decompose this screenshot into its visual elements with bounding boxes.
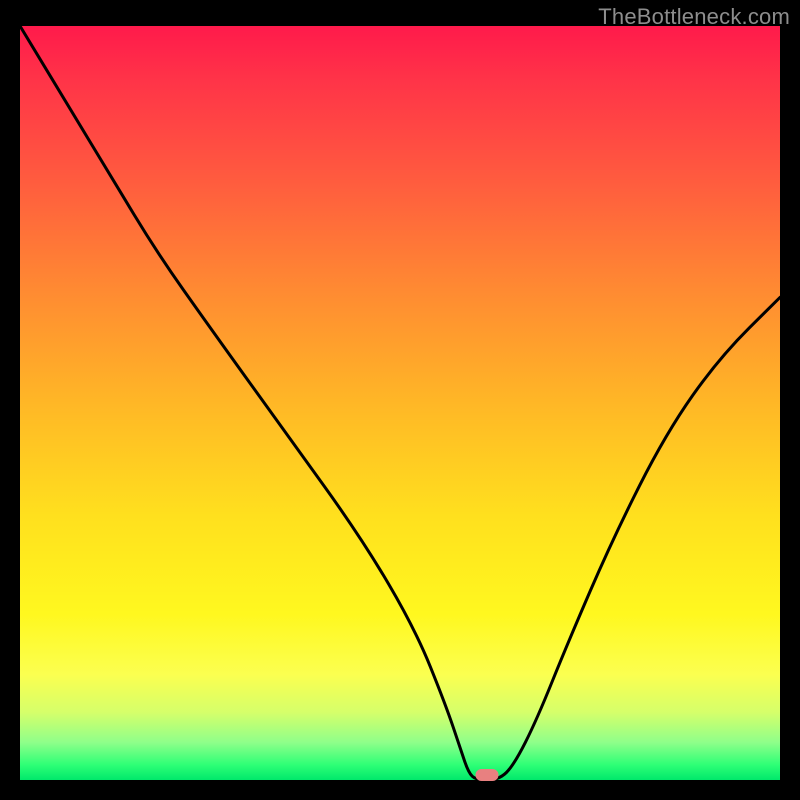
chart-frame: TheBottleneck.com (0, 0, 800, 800)
bottleneck-curve (20, 26, 780, 780)
optimal-point-marker (476, 769, 499, 781)
curve-svg (20, 26, 780, 780)
watermark-text: TheBottleneck.com (598, 4, 790, 30)
plot-area (20, 26, 780, 780)
